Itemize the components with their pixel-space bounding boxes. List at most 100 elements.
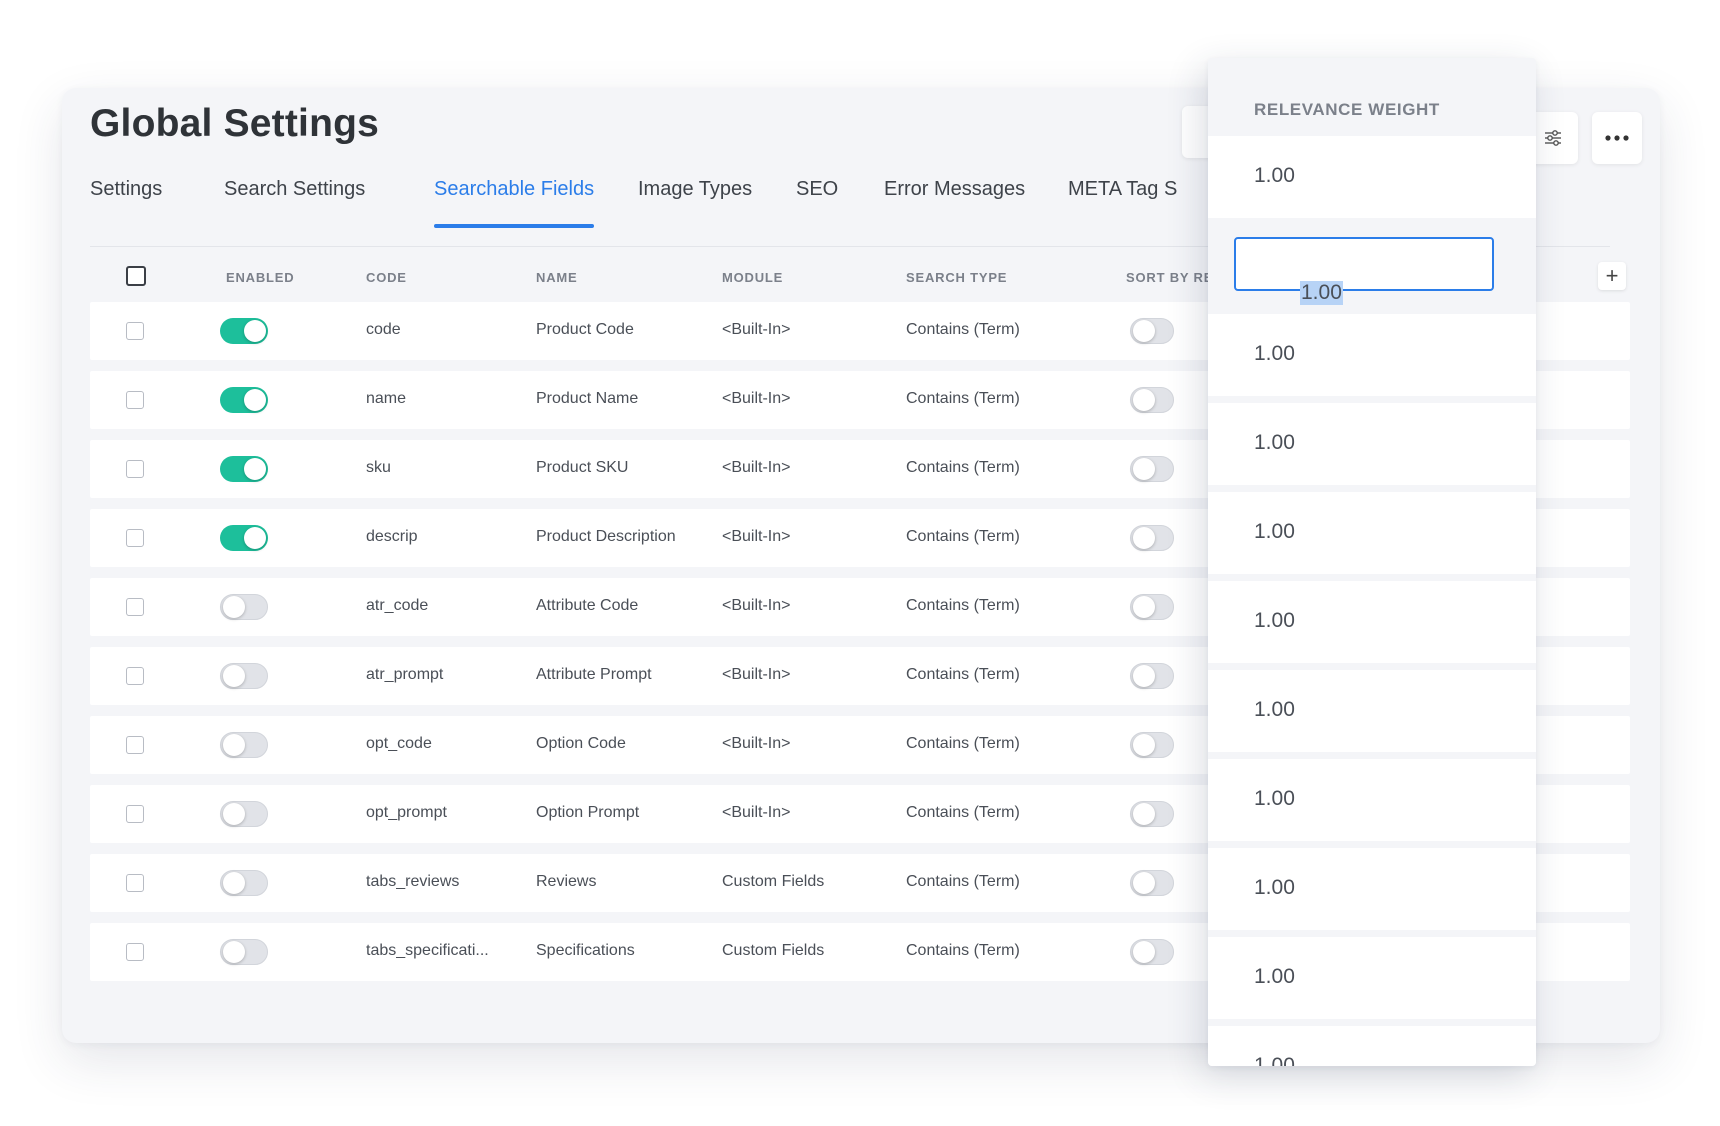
field-code: atr_prompt xyxy=(366,666,444,683)
relevance-weight-value: 1.00 xyxy=(1254,698,1295,721)
sort-by-relevance-toggle[interactable] xyxy=(1130,663,1174,689)
enabled-toggle[interactable] xyxy=(220,318,268,344)
field-module: <Built-In> xyxy=(722,597,791,614)
field-search-type: Contains (Term) xyxy=(906,873,1020,890)
enabled-toggle[interactable] xyxy=(220,594,268,620)
row-checkbox[interactable] xyxy=(126,874,144,892)
settings-tabs: Settings Search Settings Searchable Fiel… xyxy=(90,178,1270,238)
enabled-toggle[interactable] xyxy=(220,663,268,689)
row-checkbox[interactable] xyxy=(126,391,144,409)
row-checkbox[interactable] xyxy=(126,805,144,823)
tab-search-settings[interactable]: Search Settings xyxy=(224,178,365,201)
select-all-checkbox[interactable] xyxy=(126,266,146,286)
relevance-weight-value: 1.00 xyxy=(1254,787,1295,810)
enabled-toggle[interactable] xyxy=(220,939,268,965)
relevance-weight-value: 1.00 xyxy=(1254,164,1295,187)
sort-by-relevance-toggle[interactable] xyxy=(1130,318,1174,344)
relevance-weight-cell[interactable]: 1.00 xyxy=(1208,492,1536,574)
relevance-weight-cell[interactable]: 1.00 xyxy=(1208,403,1536,485)
relevance-weight-value: 1.00 xyxy=(1254,876,1295,899)
sort-by-relevance-toggle[interactable] xyxy=(1130,525,1174,551)
field-name: Option Code xyxy=(536,735,626,752)
enabled-toggle[interactable] xyxy=(220,870,268,896)
tab-searchable-fields[interactable]: Searchable Fields xyxy=(434,178,595,228)
row-checkbox[interactable] xyxy=(126,529,144,547)
sort-by-relevance-toggle[interactable] xyxy=(1130,594,1174,620)
row-checkbox[interactable] xyxy=(126,322,144,340)
enabled-toggle[interactable] xyxy=(220,732,268,758)
field-code: opt_code xyxy=(366,735,432,752)
more-options-button[interactable] xyxy=(1592,112,1642,164)
row-checkbox[interactable] xyxy=(126,598,144,616)
relevance-weight-input[interactable]: 1.00 xyxy=(1234,237,1494,305)
relevance-weight-value: 1.00 xyxy=(1254,1054,1295,1066)
relevance-weight-cell[interactable]: 1.00 xyxy=(1208,670,1536,752)
column-header-module: MODULE xyxy=(722,270,784,285)
field-search-type: Contains (Term) xyxy=(906,321,1020,338)
field-code: name xyxy=(366,390,407,407)
relevance-weight-value: 1.00 xyxy=(1254,342,1295,365)
sort-by-relevance-toggle[interactable] xyxy=(1130,939,1174,965)
enabled-toggle[interactable] xyxy=(220,525,268,551)
tab-meta-tags[interactable]: META Tag S xyxy=(1068,178,1177,201)
row-checkbox[interactable] xyxy=(126,943,144,961)
field-name: Reviews xyxy=(536,873,597,890)
enabled-toggle[interactable] xyxy=(220,801,268,827)
relevance-weight-cell[interactable]: 1.00 xyxy=(1208,759,1536,841)
sort-by-relevance-toggle[interactable] xyxy=(1130,870,1174,896)
enabled-toggle[interactable] xyxy=(220,387,268,413)
field-code: opt_prompt xyxy=(366,804,447,821)
field-module: <Built-In> xyxy=(722,666,791,683)
sort-by-relevance-toggle[interactable] xyxy=(1130,732,1174,758)
field-module: Custom Fields xyxy=(722,942,825,959)
tab-seo[interactable]: SEO xyxy=(796,178,838,201)
field-search-type: Contains (Term) xyxy=(906,942,1020,959)
sort-by-relevance-toggle[interactable] xyxy=(1130,387,1174,413)
field-module: <Built-In> xyxy=(722,459,791,476)
relevance-weight-value: 1.00 xyxy=(1254,431,1295,454)
field-search-type: Contains (Term) xyxy=(906,735,1020,752)
more-horizontal-icon xyxy=(1605,135,1629,141)
field-module: <Built-In> xyxy=(722,390,791,407)
field-name: Product Code xyxy=(536,321,634,338)
relevance-weight-cell[interactable]: 1.00 xyxy=(1208,937,1536,1019)
field-name: Product Description xyxy=(536,528,676,545)
row-checkbox[interactable] xyxy=(126,667,144,685)
field-code: tabs_specificati... xyxy=(366,942,489,959)
tab-error-messages[interactable]: Error Messages xyxy=(884,178,1025,201)
tab-image-types[interactable]: Image Types xyxy=(638,178,752,201)
field-code: code xyxy=(366,321,401,338)
relevance-weight-cell[interactable]: 1.00 xyxy=(1208,136,1536,218)
field-module: Custom Fields xyxy=(722,873,825,890)
field-module: <Built-In> xyxy=(722,735,791,752)
field-code: sku xyxy=(366,459,391,476)
relevance-weight-cell[interactable]: 1.00 xyxy=(1208,225,1536,307)
relevance-weight-cell[interactable]: 1.00 xyxy=(1208,314,1536,396)
relevance-weight-value: 1.00 xyxy=(1300,281,1343,305)
field-code: descrip xyxy=(366,528,418,545)
column-header-search-type: SEARCH TYPE xyxy=(906,270,1008,285)
column-header-enabled: ENABLED xyxy=(226,270,295,285)
field-code: atr_code xyxy=(366,597,429,614)
field-name: Attribute Prompt xyxy=(536,666,652,683)
relevance-weight-cell[interactable]: 1.00 xyxy=(1208,1026,1536,1066)
field-name: Product Name xyxy=(536,390,639,407)
relevance-weight-cell[interactable]: 1.00 xyxy=(1208,848,1536,930)
field-module: <Built-In> xyxy=(722,321,791,338)
field-search-type: Contains (Term) xyxy=(906,528,1020,545)
relevance-weight-cell[interactable]: 1.00 xyxy=(1208,581,1536,663)
field-name: Product SKU xyxy=(536,459,629,476)
add-field-button[interactable]: + xyxy=(1598,262,1626,290)
row-checkbox[interactable] xyxy=(126,736,144,754)
plus-icon: + xyxy=(1605,263,1619,288)
tab-settings[interactable]: Settings xyxy=(90,178,162,201)
relevance-weight-header: RELEVANCE WEIGHT xyxy=(1254,100,1440,119)
row-checkbox[interactable] xyxy=(126,460,144,478)
field-module: <Built-In> xyxy=(722,804,791,821)
field-module: <Built-In> xyxy=(722,528,791,545)
enabled-toggle[interactable] xyxy=(220,456,268,482)
sort-by-relevance-toggle[interactable] xyxy=(1130,456,1174,482)
relevance-weight-value: 1.00 xyxy=(1254,520,1295,543)
field-name: Attribute Code xyxy=(536,597,639,614)
sort-by-relevance-toggle[interactable] xyxy=(1130,801,1174,827)
